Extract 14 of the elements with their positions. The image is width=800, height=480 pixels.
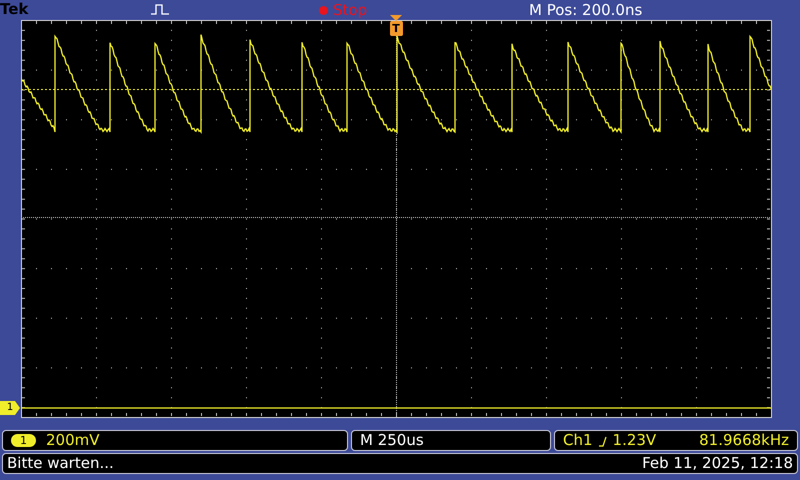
acquisition-state: Stop [333,0,368,20]
stop-indicator-icon [319,6,328,14]
pulse-icon [151,4,169,15]
channel-ground-marker: 1 [0,401,20,415]
brand-logo: Tek [0,0,28,19]
date-time: Feb 11, 2025, 12:18 [642,453,793,474]
trigger-level: 1.23V [612,430,656,452]
channel-label: 1 [11,434,36,447]
trigger-source: Ch1 [563,430,593,452]
timebase-value: M 250us [360,430,424,452]
channel-scale: 200mV [46,430,100,452]
trigger-frequency: 81.9668kHz [699,430,789,452]
status-message: Bitte warten... [7,453,114,474]
horizontal-position: M Pos: 200.0ns [529,0,642,20]
